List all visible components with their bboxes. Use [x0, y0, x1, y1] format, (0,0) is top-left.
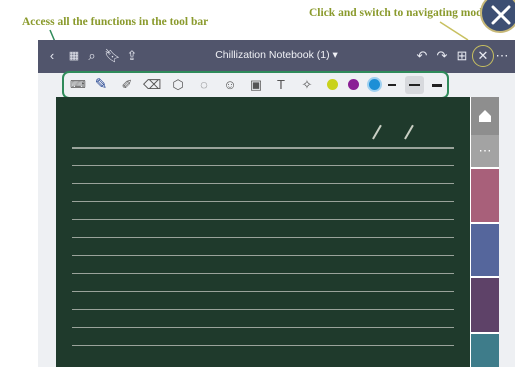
redo-icon[interactable]: ↷ — [434, 48, 450, 64]
eraser-icon[interactable]: ⌫ — [143, 76, 161, 94]
color-yellow-swatch[interactable] — [327, 79, 338, 90]
page-rule — [72, 219, 454, 220]
app-bar: ‹ ▦ ⌕ 🔖︎ ⇪ Chillization Notebook (1) ▾ ↶… — [38, 40, 515, 73]
close-icon[interactable]: ✕ — [475, 48, 491, 64]
page-rule — [72, 165, 454, 166]
tab-more[interactable]: ⋯ — [471, 135, 499, 167]
color-blue-swatch[interactable] — [369, 79, 380, 90]
stroke-medium-mark — [409, 84, 420, 86]
tab-home[interactable] — [471, 97, 499, 135]
more-icon: ⋯ — [478, 143, 492, 158]
highlighter-icon[interactable]: ✐ — [118, 76, 136, 94]
undo-icon[interactable]: ↶ — [414, 48, 430, 64]
pen-icon[interactable]: ✎ — [92, 76, 110, 94]
add-page-icon[interactable]: ⊞ — [454, 48, 470, 64]
more-icon[interactable]: ⋯ — [494, 48, 510, 64]
stroke-thick-option[interactable] — [432, 84, 442, 87]
stroke-thin-option[interactable] — [388, 84, 396, 86]
notebook-page[interactable] — [56, 97, 470, 367]
section-tab[interactable] — [471, 278, 499, 332]
page-rule — [72, 255, 454, 256]
lasso-icon[interactable]: ◌ — [195, 76, 213, 94]
page-rule — [72, 291, 454, 292]
keyboard-lasso-icon[interactable]: ⌨ — [69, 76, 87, 94]
left-gutter — [38, 97, 56, 367]
sticker-icon[interactable]: ☺ — [221, 76, 239, 94]
page-rule — [72, 147, 454, 149]
page-rule — [72, 273, 454, 274]
shape-icon[interactable]: ⬡ — [169, 76, 187, 94]
pen-stroke — [404, 124, 414, 140]
image-icon[interactable]: ▣ — [247, 76, 265, 94]
page-rule — [72, 201, 454, 202]
navigate-x-icon — [491, 5, 511, 25]
color-purple-swatch[interactable] — [348, 79, 359, 90]
section-tab[interactable] — [471, 169, 499, 222]
section-tab[interactable] — [471, 224, 499, 276]
pen-stroke — [372, 124, 382, 140]
page-rule — [72, 237, 454, 238]
right-margin — [499, 97, 515, 367]
section-tab[interactable] — [471, 334, 499, 367]
text-icon[interactable]: T — [272, 76, 290, 94]
page-rule — [72, 309, 454, 310]
page-rule — [72, 183, 454, 184]
laser-icon[interactable]: ✧ — [298, 76, 316, 94]
page-rule — [72, 345, 454, 346]
home-icon — [479, 110, 491, 122]
page-rule — [72, 327, 454, 328]
